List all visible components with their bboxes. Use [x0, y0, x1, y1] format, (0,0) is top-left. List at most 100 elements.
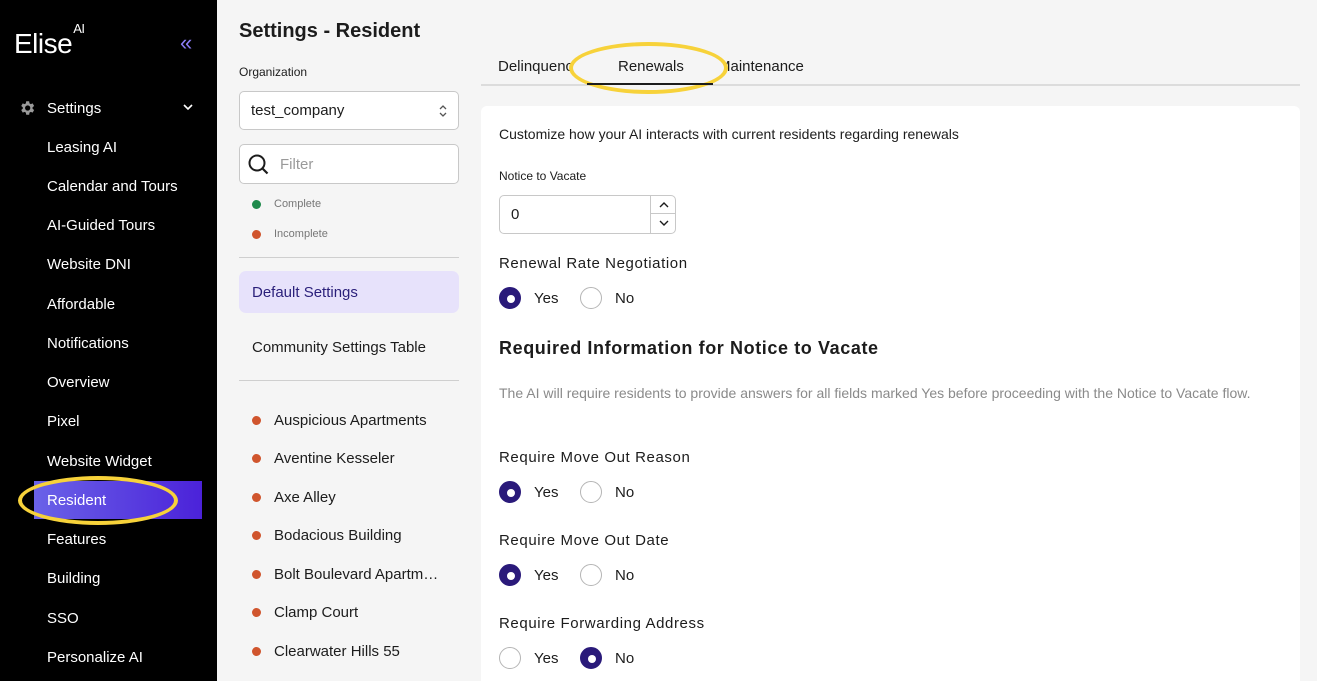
move-out-date-yes-radio[interactable]: [499, 564, 521, 586]
renewal-rate-negotiation-title: Renewal Rate Negotiation: [499, 255, 688, 272]
incomplete-dot-icon: [252, 415, 261, 425]
legend-complete-label: Complete: [274, 198, 322, 210]
yes-label: Yes: [534, 483, 559, 501]
yes-label: Yes: [534, 566, 559, 584]
sidebar-item-ai-guided-tours[interactable]: AI-Guided Tours: [34, 206, 202, 244]
default-settings-button[interactable]: Default Settings: [239, 271, 459, 313]
sidebar-item-label: Affordable: [47, 295, 116, 313]
organization-select[interactable]: test_company: [239, 91, 459, 130]
community-name: Clearwater Hills 55: [274, 642, 400, 660]
select-arrows-icon: [439, 105, 447, 117]
active-tab-underline: [587, 83, 713, 85]
notice-to-vacate-value: 0: [511, 206, 520, 223]
move-out-date-no-radio[interactable]: [580, 564, 602, 586]
incomplete-dot-icon: [252, 569, 261, 579]
chevron-down-icon: [183, 104, 193, 111]
filter-input[interactable]: [280, 153, 450, 175]
organization-select-value: test_company: [251, 102, 345, 119]
sidebar-item-website-dni[interactable]: Website DNI: [34, 245, 202, 283]
sidebar-item-label: Calendar and Tours: [47, 177, 178, 195]
community-item[interactable]: Clamp Court: [252, 601, 452, 623]
sidebar-item-label: AI-Guided Tours: [47, 216, 156, 234]
sidebar-item-leasing-ai[interactable]: Leasing AI: [34, 128, 202, 166]
forwarding-address-yes-radio[interactable]: [499, 647, 521, 669]
renewal-negotiation-yes-radio[interactable]: [499, 287, 521, 309]
sidebar-item-label: Leasing AI: [47, 138, 118, 156]
filter-field: [239, 144, 459, 184]
tab-bar: Delinquency Renewals Maintenance: [481, 48, 1300, 86]
move-out-date-options: Yes No: [499, 564, 634, 586]
incomplete-dot-icon: [252, 229, 261, 239]
forwarding-address-options: Yes No: [499, 647, 634, 669]
chevron-down-icon: [659, 220, 668, 226]
no-label: No: [615, 566, 635, 584]
incomplete-dot-icon: [252, 646, 261, 656]
default-settings-label: Default Settings: [252, 283, 358, 301]
sidebar-item-notifications[interactable]: Notifications: [34, 324, 202, 362]
tab-delinquency[interactable]: Delinquency: [498, 58, 581, 75]
community-settings-table-button[interactable]: Community Settings Table: [239, 326, 459, 368]
community-item[interactable]: Clearwater Hills 55: [252, 640, 452, 662]
sidebar-item-label: SSO: [47, 609, 79, 627]
community-name: Aventine Kesseler: [274, 449, 395, 467]
sidebar-item-label: Notifications: [47, 334, 129, 352]
move-out-reason-yes-radio[interactable]: [499, 481, 521, 503]
yes-label: Yes: [534, 649, 559, 667]
notice-to-vacate-input[interactable]: 0: [499, 195, 676, 234]
forwarding-address-no-radio[interactable]: [580, 647, 602, 669]
community-settings-table-label: Community Settings Table: [252, 338, 426, 356]
community-name: Bodacious Building: [274, 526, 402, 544]
tab-renewals-highlighted[interactable]: Renewals: [618, 58, 684, 75]
yes-label: Yes: [534, 289, 559, 307]
incomplete-dot-icon: [252, 530, 261, 540]
notice-to-vacate-label: Notice to Vacate: [499, 169, 587, 183]
sidebar-item-affordable[interactable]: Affordable: [34, 285, 202, 323]
page-title: Settings - Resident: [239, 20, 421, 42]
incomplete-dot-icon: [252, 607, 261, 617]
sidebar-item-personalize-ai[interactable]: Personalize AI: [34, 638, 202, 676]
community-item[interactable]: Bolt Boulevard Apartme...: [252, 563, 452, 585]
legend-complete: Complete: [252, 198, 321, 210]
tab-maintenance[interactable]: Maintenance: [718, 58, 804, 75]
collapse-sidebar-icon[interactable]: «: [180, 32, 192, 54]
community-item[interactable]: Bodacious Building: [252, 524, 452, 546]
sidebar-item-label: Building: [47, 569, 101, 587]
renewals-description: Customize how your AI interacts with cur…: [499, 126, 959, 142]
sidebar-item-calendar-and-tours[interactable]: Calendar and Tours: [34, 167, 202, 205]
number-stepper: [650, 196, 676, 233]
community-item[interactable]: Auspicious Apartments: [252, 409, 452, 431]
sidebar-item-resident[interactable]: Resident: [34, 481, 202, 519]
sidebar-item-label: Website Widget: [47, 452, 152, 470]
divider: [239, 380, 459, 381]
no-label: No: [615, 649, 635, 667]
legend-incomplete-label: Incomplete: [274, 228, 328, 240]
sidebar-item-label: Overview: [47, 373, 110, 391]
sidebar-item-overview[interactable]: Overview: [34, 363, 202, 401]
required-info-helper-text: The AI will require residents to provide…: [499, 385, 1251, 401]
community-item[interactable]: Axe Alley: [252, 486, 452, 508]
legend-incomplete: Incomplete: [252, 228, 328, 240]
sidebar-item-label: Resident: [47, 491, 107, 509]
move-out-reason-no-radio[interactable]: [580, 481, 602, 503]
community-item[interactable]: Aventine Kesseler: [252, 447, 452, 469]
required-info-section-title: Required Information for Notice to Vacat…: [499, 338, 879, 358]
complete-dot-icon: [252, 199, 261, 209]
sidebar-item-pixel[interactable]: Pixel: [34, 402, 202, 440]
forwarding-address-title: Require Forwarding Address: [499, 615, 705, 632]
sidebar-item-features[interactable]: Features: [34, 520, 202, 558]
sidebar-item-building[interactable]: Building: [34, 559, 202, 597]
settings-section-toggle[interactable]: Settings: [18, 96, 198, 120]
sidebar-item-website-widget[interactable]: Website Widget: [34, 442, 202, 480]
sidebar-item-label: Personalize AI: [47, 648, 143, 666]
renewal-rate-negotiation-options: Yes No: [499, 287, 634, 309]
decrement-button[interactable]: [651, 214, 676, 232]
sidebar-item-sso[interactable]: SSO: [34, 599, 202, 637]
renewal-negotiation-no-radio[interactable]: [580, 287, 602, 309]
no-label: No: [615, 289, 635, 307]
no-label: No: [615, 483, 635, 501]
elise-ai-logo[interactable]: EliseAI: [14, 21, 85, 60]
increment-button[interactable]: [651, 196, 676, 214]
move-out-reason-options: Yes No: [499, 481, 634, 503]
sidebar: EliseAI « Settings Leasing AI Calendar a…: [0, 0, 217, 681]
divider: [239, 257, 459, 258]
